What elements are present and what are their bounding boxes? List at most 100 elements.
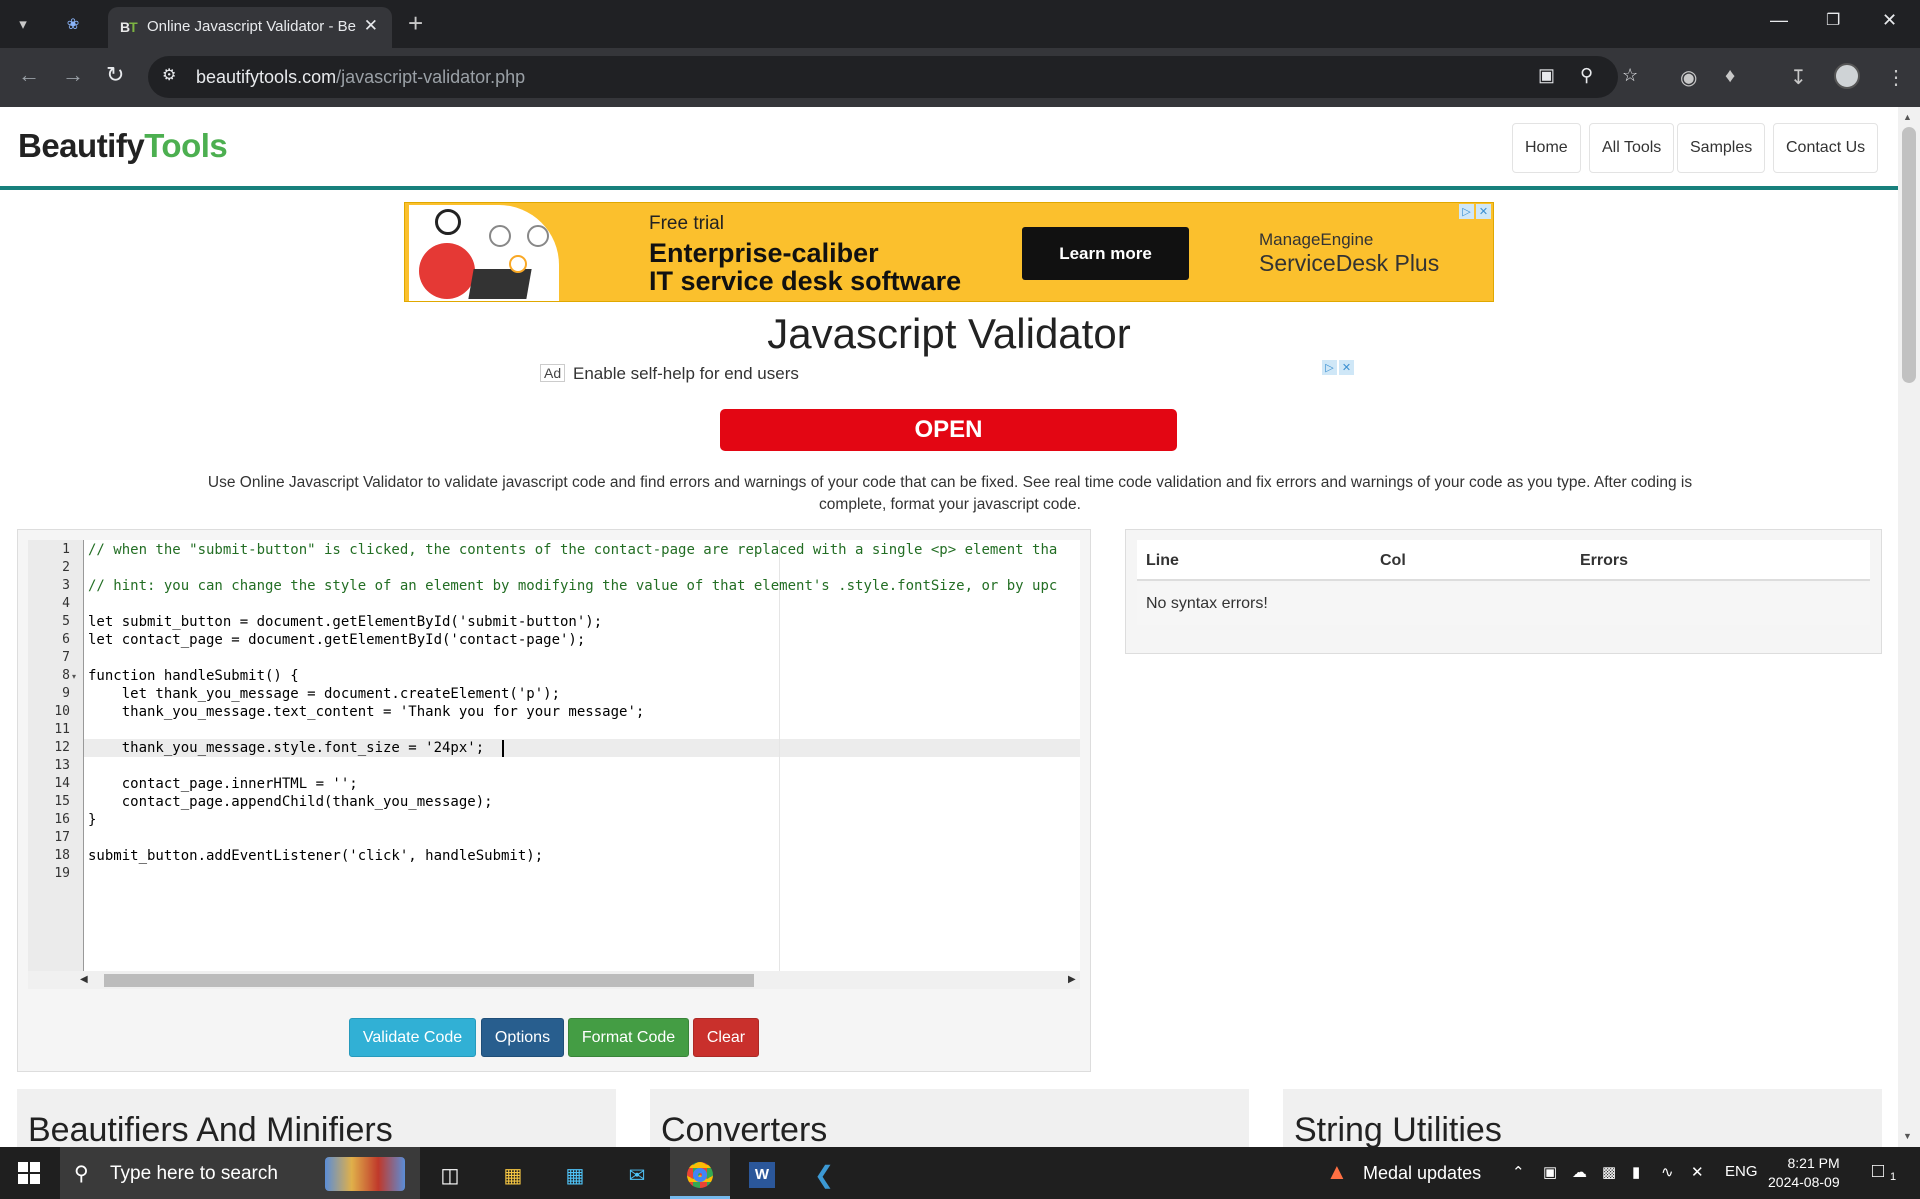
tab-close-icon[interactable]: ✕ xyxy=(364,16,378,36)
display-icon[interactable]: ▩ xyxy=(1602,1163,1616,1181)
zoom-icon[interactable]: ⚲ xyxy=(1580,65,1593,86)
options-button[interactable]: Options xyxy=(481,1018,564,1057)
scroll-right-icon[interactable]: ▶ xyxy=(1068,974,1076,985)
close-window-icon[interactable]: ✕ xyxy=(1882,10,1897,31)
extensions-puzzle-icon[interactable]: ♦ xyxy=(1725,65,1735,88)
new-tab-button[interactable]: + xyxy=(408,8,423,39)
microsoft-store-icon[interactable]: ▦ xyxy=(551,1155,599,1195)
clock[interactable]: 8:21 PM 2024-08-09 xyxy=(1768,1154,1840,1192)
text-cursor xyxy=(502,740,504,757)
restore-icon[interactable]: ❐ xyxy=(1826,10,1840,30)
language-indicator[interactable]: ENG xyxy=(1725,1163,1758,1180)
ad-open-button[interactable]: OPEN xyxy=(720,409,1177,451)
clear-button[interactable]: Clear xyxy=(693,1018,759,1057)
page-title: Javascript Validator xyxy=(767,310,1131,357)
volume-muted-icon[interactable]: ✕ xyxy=(1691,1163,1704,1181)
page-vertical-scrollbar[interactable]: ▲ ▼ xyxy=(1898,107,1920,1147)
nav-home[interactable]: Home xyxy=(1512,123,1581,173)
line-number: 5 xyxy=(62,614,70,629)
code-editor[interactable]: 1 2 3 4 5 6 7 8 9 10 11 12 13 14 15 16 17 18 19 ▾ // when t… xyxy=(28,540,1080,971)
reload-icon[interactable]: ↻ xyxy=(106,62,124,88)
editor-horizontal-scrollbar[interactable]: ◀ ▶ xyxy=(28,971,1080,989)
nav-contact-us[interactable]: Contact Us xyxy=(1773,123,1879,173)
extension-tab-icon[interactable]: ❀ xyxy=(58,9,88,39)
adchoices-icon[interactable]: ▷ xyxy=(1459,204,1474,219)
code-line[interactable]: let contact_page = document.getElementBy… xyxy=(88,632,585,648)
profile-avatar[interactable] xyxy=(1834,63,1860,89)
ad-close-icon-2[interactable]: ✕ xyxy=(1339,360,1354,375)
wifi-icon[interactable]: ∿ xyxy=(1661,1163,1674,1181)
medal-icon[interactable]: ▲ xyxy=(1326,1159,1348,1185)
tray-chevron-icon[interactable]: ⌃ xyxy=(1512,1163,1525,1181)
category-card-string-utilities: String Utilities xyxy=(1283,1089,1882,1147)
line-number: 16 xyxy=(54,812,70,827)
category-title: Beautifiers And Minifiers xyxy=(28,1111,393,1147)
page-scroll-thumb[interactable] xyxy=(1902,127,1916,383)
scroll-up-icon[interactable]: ▲ xyxy=(1903,112,1912,122)
minimize-icon[interactable]: — xyxy=(1770,10,1788,31)
code-line[interactable]: contact_page.innerHTML = ''; xyxy=(88,776,358,792)
forward-icon[interactable]: → xyxy=(62,62,84,88)
scroll-down-icon[interactable]: ▼ xyxy=(1903,1131,1912,1141)
code-line[interactable]: function handleSubmit() { xyxy=(88,668,299,684)
bookmark-star-icon[interactable]: ☆ xyxy=(1622,65,1638,86)
action-center-icon[interactable]: □ xyxy=(1872,1160,1884,1183)
ad-close-icon[interactable]: ✕ xyxy=(1476,204,1491,219)
line-number: 19 xyxy=(54,866,70,881)
browser-tab-bar: ▾ ❀ BT Online Javascript Validator - Be … xyxy=(0,0,1920,48)
ad-illustration xyxy=(409,205,559,301)
meet-now-icon[interactable]: ▣ xyxy=(1543,1163,1557,1181)
format-code-button[interactable]: Format Code xyxy=(568,1018,689,1057)
back-icon[interactable]: ← xyxy=(18,62,40,88)
code-line[interactable]: // when the "submit-button" is clicked, … xyxy=(88,542,1057,558)
omnibox[interactable]: ⚙ beautifytools.com/javascript-validator… xyxy=(148,56,1638,98)
taskbar-search[interactable]: ⚲ Type here to search xyxy=(60,1147,420,1199)
menu-kebab-icon[interactable]: ⋮ xyxy=(1886,65,1906,90)
ad-text[interactable]: Enable self-help for end users xyxy=(573,364,799,384)
chrome-icon[interactable] xyxy=(676,1155,724,1195)
adchoices-icon-2[interactable]: ▷ xyxy=(1322,360,1337,375)
table-row: No syntax errors! xyxy=(1137,583,1870,625)
notification-medal-updates[interactable]: Medal updates xyxy=(1363,1163,1481,1184)
word-icon[interactable]: W xyxy=(738,1155,786,1195)
line-number: 2 xyxy=(62,560,70,575)
onedrive-icon[interactable]: ☁ xyxy=(1572,1163,1587,1181)
nav-samples[interactable]: Samples xyxy=(1677,123,1766,173)
vscode-icon[interactable]: ❮ xyxy=(800,1155,848,1195)
windows-start-icon[interactable] xyxy=(18,1162,40,1184)
download-icon[interactable]: ↧ xyxy=(1790,65,1807,90)
task-view-icon[interactable]: ◫ xyxy=(426,1155,474,1195)
eye-off-icon[interactable]: ▣ xyxy=(1538,65,1555,86)
code-line[interactable]: submit_button.addEventListener('click', … xyxy=(88,848,543,864)
ad-free-trial: Free trial xyxy=(649,213,724,234)
mail-icon[interactable]: ✉ xyxy=(613,1155,661,1195)
line-number: 7 xyxy=(62,650,70,665)
site-logo[interactable]: BeautifyTools xyxy=(18,127,228,165)
camera-icon[interactable]: ◉ xyxy=(1680,65,1697,90)
code-line[interactable]: thank_you_message.style.font_size = '24p… xyxy=(88,740,484,756)
scroll-left-icon[interactable]: ◀ xyxy=(80,974,88,985)
category-card-beautifiers: Beautifiers And Minifiers xyxy=(17,1089,616,1147)
ad-banner[interactable]: Free trial Enterprise-caliber IT service… xyxy=(404,202,1494,302)
tool-description: Use Online Javascript Validator to valid… xyxy=(207,474,1693,513)
code-line[interactable]: // hint: you can change the style of an … xyxy=(88,578,1057,594)
line-number: 17 xyxy=(54,830,70,845)
file-explorer-icon[interactable]: ▦ xyxy=(489,1155,537,1195)
tab-active[interactable]: BT Online Javascript Validator - Be ✕ xyxy=(108,7,392,48)
fold-arrow-icon[interactable]: ▾ xyxy=(72,672,76,681)
code-line[interactable]: let submit_button = document.getElementB… xyxy=(88,614,602,630)
nav-all-tools[interactable]: All Tools xyxy=(1589,123,1675,173)
tab-search-chevron-icon[interactable]: ▾ xyxy=(8,9,38,39)
code-line[interactable]: contact_page.appendChild(thank_you_messa… xyxy=(88,794,493,810)
code-line[interactable]: let thank_you_message = document.createE… xyxy=(88,686,560,702)
code-line[interactable]: thank_you_message.text_content = 'Thank … xyxy=(88,704,645,720)
battery-icon[interactable]: ▮ xyxy=(1632,1163,1640,1181)
results-table-header: Line Col Errors xyxy=(1137,540,1870,581)
scroll-thumb[interactable] xyxy=(104,974,754,987)
code-line[interactable]: } xyxy=(88,812,96,828)
validate-code-button[interactable]: Validate Code xyxy=(349,1018,476,1057)
site-info-icon[interactable]: ⚙ xyxy=(162,65,176,85)
ad-brand-name: ManageEngine xyxy=(1259,230,1374,249)
url-text[interactable]: beautifytools.com/javascript-validator.p… xyxy=(196,67,525,88)
ad-learn-more-button[interactable]: Learn more xyxy=(1022,227,1189,280)
